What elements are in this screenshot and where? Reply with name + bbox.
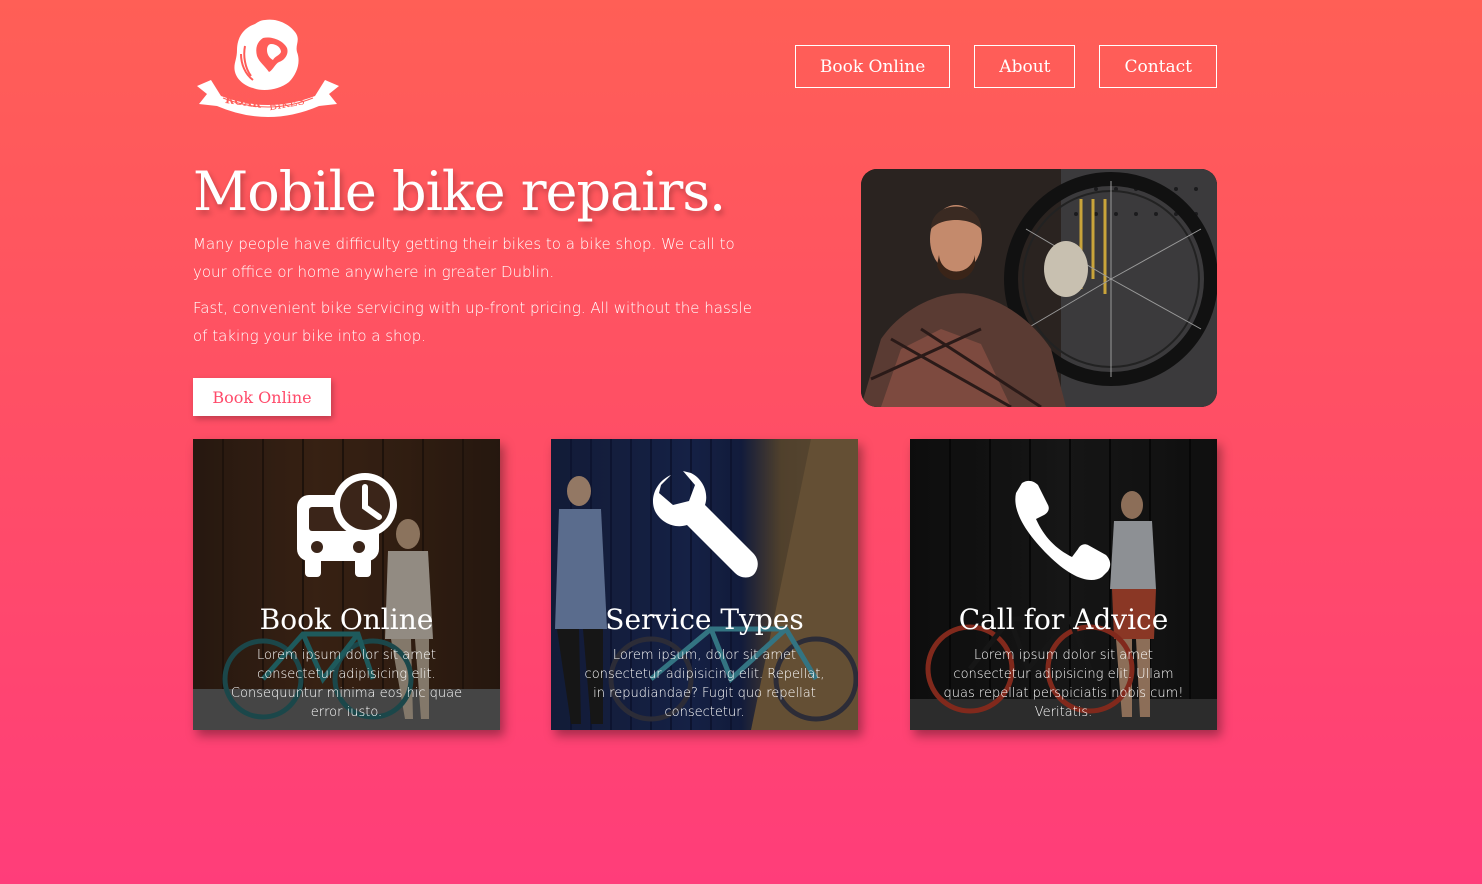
card-call-for-advice[interactable]: Call for Advice Lorem ipsum dolor sit am… — [910, 439, 1217, 730]
main-nav: Book Online About Contact — [794, 45, 1217, 88]
card-description: Lorem ipsum dolor sit amet consectetur a… — [230, 648, 463, 720]
card-book-online[interactable]: Book Online Lorem ipsum dolor sit amet c… — [193, 439, 500, 730]
hero-book-online-button[interactable]: Book Online — [193, 378, 331, 416]
hero-paragraph-2: Fast, convenient bike servicing with up-… — [193, 299, 752, 345]
nav-book-online-button[interactable]: Book Online — [794, 45, 951, 88]
hero-title: Mobile bike repairs. — [193, 160, 726, 223]
page-container: ROAR BIKES Book Online About Contact Mob… — [193, 0, 1217, 884]
card-description: Lorem ipsum, dolor sit amet consectetur … — [584, 648, 825, 720]
wrench-icon — [551, 471, 858, 581]
mechanic-photo — [861, 169, 1217, 407]
roar-bikes-logo[interactable]: ROAR BIKES — [193, 16, 343, 118]
card-title: Book Online — [259, 603, 434, 636]
card-title: Service Types — [605, 603, 804, 636]
hero-paragraph-1: Many people have difficulty getting thei… — [193, 235, 735, 281]
nav-about-button[interactable]: About — [974, 45, 1076, 88]
nav-contact-button[interactable]: Contact — [1099, 45, 1217, 88]
hero-description: Many people have difficulty getting thei… — [193, 230, 753, 358]
bus-clock-icon — [193, 471, 500, 581]
card-title: Call for Advice — [958, 603, 1169, 636]
card-service-types[interactable]: Service Types Lorem ipsum, dolor sit ame… — [551, 439, 858, 730]
phone-icon — [910, 471, 1217, 581]
card-description: Lorem ipsum dolor sit amet consectetur a… — [943, 648, 1184, 720]
